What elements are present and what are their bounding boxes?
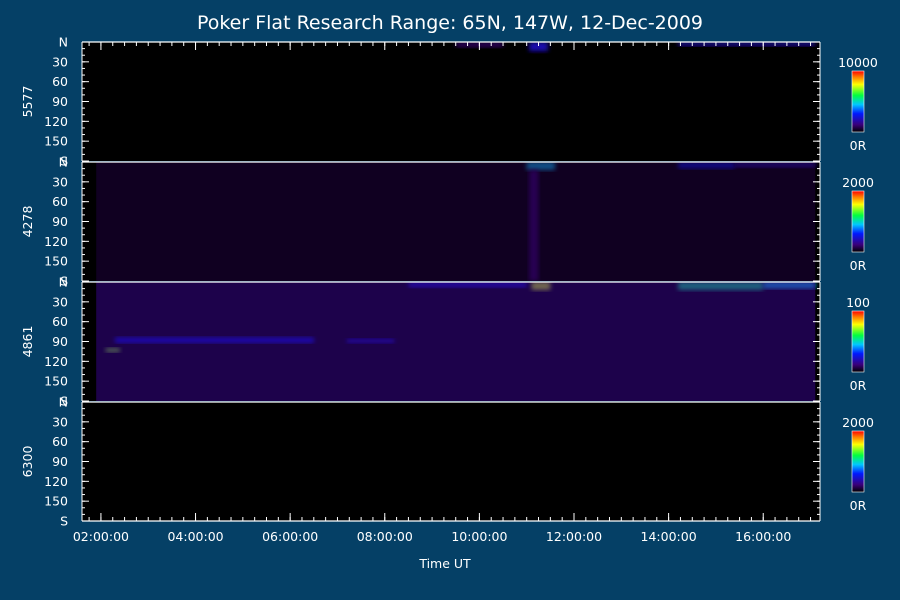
colorbar-max-label: 10000 bbox=[838, 55, 878, 70]
y-tick-label: 30 bbox=[52, 414, 68, 429]
colorbar-min-label: 0R bbox=[850, 258, 867, 273]
y-tick-label: 90 bbox=[52, 214, 68, 229]
y-tick-label: 60 bbox=[52, 194, 68, 209]
x-tick-label: 14:00:00 bbox=[641, 529, 697, 544]
colorbar bbox=[851, 70, 865, 133]
emission-feature bbox=[96, 162, 816, 281]
panel-label: 4278 bbox=[20, 206, 35, 238]
y-tick-label: S bbox=[60, 514, 68, 529]
y-tick-label: 30 bbox=[52, 54, 68, 69]
emission-feature bbox=[96, 282, 816, 401]
panel-4861: N306090120150S48611000R bbox=[20, 275, 870, 409]
y-tick-label: 60 bbox=[52, 434, 68, 449]
y-tick-label: 90 bbox=[52, 454, 68, 469]
y-tick-label: 90 bbox=[52, 94, 68, 109]
colorbar-max-label: 2000 bbox=[842, 415, 874, 430]
colorbar-min-label: 0R bbox=[850, 138, 867, 153]
y-tick-label: 120 bbox=[44, 234, 68, 249]
y-tick-label: 120 bbox=[44, 114, 68, 129]
colorbar bbox=[851, 430, 865, 493]
x-tick-label: 16:00:00 bbox=[735, 529, 791, 544]
y-tick-label: N bbox=[59, 35, 68, 50]
x-axis-label: Time UT bbox=[418, 556, 471, 571]
y-tick-label: 150 bbox=[44, 254, 68, 269]
panel-background bbox=[82, 402, 820, 521]
y-tick-label: N bbox=[59, 275, 68, 290]
emission-layer bbox=[96, 162, 816, 281]
y-tick-label: 60 bbox=[52, 74, 68, 89]
x-tick-label: 12:00:00 bbox=[546, 529, 602, 544]
colorbar-max-label: 2000 bbox=[842, 175, 874, 190]
chart-title: Poker Flat Research Range: 65N, 147W, 12… bbox=[197, 12, 703, 34]
x-tick-label: 06:00:00 bbox=[262, 529, 318, 544]
panel-4278: N306090120150S427820000R bbox=[20, 155, 874, 289]
panel-label: 6300 bbox=[20, 446, 35, 478]
keogram-chart: Poker Flat Research Range: 65N, 147W, 12… bbox=[20, 12, 878, 571]
y-tick-label: 150 bbox=[44, 374, 68, 389]
y-tick-label: 30 bbox=[52, 294, 68, 309]
panels: N306090120150S5577100000RN306090120150S4… bbox=[20, 35, 878, 529]
y-tick-label: 150 bbox=[44, 134, 68, 149]
panel-label: 5577 bbox=[20, 86, 35, 118]
emission-layer bbox=[96, 282, 816, 401]
x-tick-label: 08:00:00 bbox=[357, 529, 413, 544]
colorbar-min-label: 0R bbox=[850, 378, 867, 393]
y-tick-label: N bbox=[59, 395, 68, 410]
panel-label: 4861 bbox=[20, 326, 35, 358]
y-tick-label: 120 bbox=[44, 474, 68, 489]
y-tick-label: 30 bbox=[52, 174, 68, 189]
y-tick-label: 120 bbox=[44, 354, 68, 369]
x-tick-label: 02:00:00 bbox=[73, 529, 129, 544]
y-tick-label: 150 bbox=[44, 494, 68, 509]
panel-background bbox=[82, 42, 820, 161]
panel-5577: N306090120150S5577100000R bbox=[20, 35, 878, 169]
panel-6300: N 30 60 90 120 150 S 6300 2000 0R bbox=[20, 395, 874, 529]
x-tick-label: 10:00:00 bbox=[451, 529, 507, 544]
colorbar bbox=[851, 190, 865, 253]
x-tick-label: 04:00:00 bbox=[167, 529, 223, 544]
colorbar-max-label: 100 bbox=[846, 295, 870, 310]
y-tick-label: N bbox=[59, 155, 68, 170]
colorbar bbox=[851, 310, 865, 373]
colorbar-min-label: 0R bbox=[850, 498, 867, 513]
y-tick-label: 90 bbox=[52, 334, 68, 349]
y-tick-label: 60 bbox=[52, 314, 68, 329]
